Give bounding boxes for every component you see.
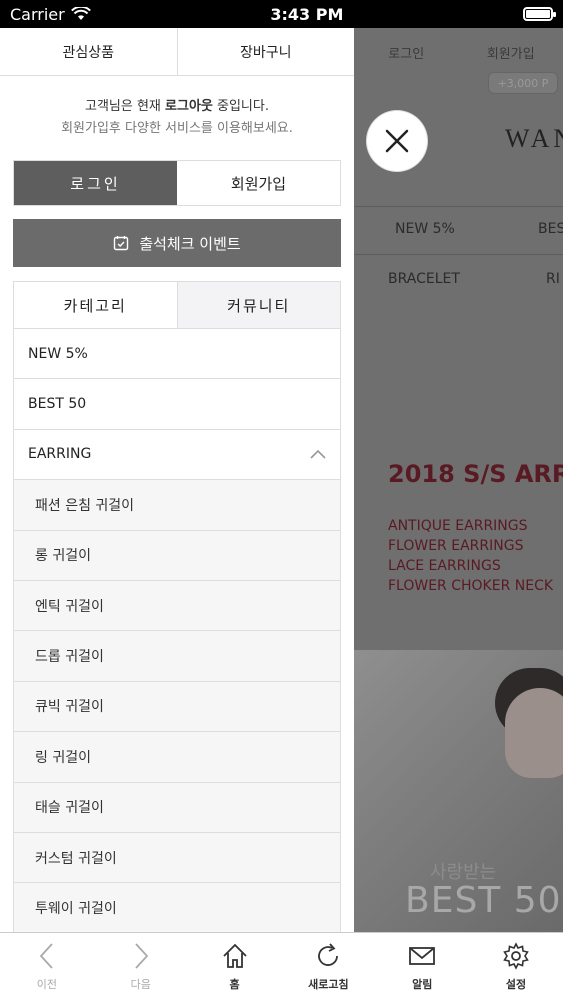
menu-item-label: EARRING bbox=[28, 446, 92, 463]
attendance-event-button[interactable]: 출석체크 이벤트 bbox=[13, 219, 341, 267]
menu-item-best[interactable]: BEST 50 bbox=[14, 379, 340, 430]
bg-logo: WAN bbox=[505, 124, 563, 153]
status-prefix: 고객님은 현재 bbox=[85, 99, 166, 114]
refresh-button[interactable]: 새로고침 bbox=[281, 933, 375, 1000]
bg-nav-item: RI bbox=[546, 271, 560, 287]
submenu-item[interactable]: 커스텀 귀걸이 bbox=[14, 832, 340, 884]
submenu-item[interactable]: 패션 은침 귀걸이 bbox=[14, 480, 340, 531]
drawer-top-tabs: 관심상품 장바구니 bbox=[0, 28, 354, 76]
login-status-info: 고객님은 현재 로그아웃 중입니다. 회원가입후 다양한 서비스를 이용해보세요… bbox=[0, 96, 354, 140]
bg-join-link: 회원가입 bbox=[486, 46, 535, 62]
toolbar-label: 이전 bbox=[36, 977, 58, 991]
calendar-check-icon bbox=[114, 236, 129, 251]
menu-item-earring[interactable]: EARRING bbox=[14, 429, 340, 481]
submenu-item[interactable]: 엔틱 귀걸이 bbox=[14, 580, 340, 632]
bg-divider bbox=[354, 254, 563, 255]
menu-item-new[interactable]: NEW 5% bbox=[14, 329, 340, 380]
side-drawer: 관심상품 장바구니 고객님은 현재 로그아웃 중입니다. 회원가입후 다양한 서… bbox=[0, 28, 354, 932]
home-button[interactable]: 홈 bbox=[188, 933, 282, 1000]
bg-nav-item: BRACELET bbox=[388, 271, 460, 287]
bg-feature-item: LACE EARRINGS bbox=[388, 558, 501, 574]
tab-community[interactable]: 커뮤니티 bbox=[176, 282, 340, 328]
bg-headline: 2018 S/S ARR bbox=[388, 460, 563, 488]
home-icon bbox=[222, 943, 247, 968]
login-status-text: 고객님은 현재 로그아웃 중입니다. bbox=[0, 96, 354, 118]
chevron-up-icon bbox=[310, 450, 326, 460]
refresh-icon bbox=[318, 942, 339, 966]
bg-divider bbox=[354, 206, 563, 207]
back-button[interactable]: 이전 bbox=[0, 933, 94, 1000]
toolbar-label: 설정 bbox=[505, 977, 527, 991]
chevron-right-icon bbox=[135, 942, 148, 969]
wifi-icon bbox=[70, 7, 91, 20]
status-bold: 로그아웃 bbox=[165, 99, 213, 114]
carrier-label: Carrier bbox=[10, 4, 65, 24]
submenu-item[interactable]: 롱 귀걸이 bbox=[14, 530, 340, 581]
tab-category[interactable]: 카테고리 bbox=[14, 282, 177, 328]
close-icon bbox=[385, 129, 409, 153]
bg-point-badge: +3,000 P bbox=[488, 72, 558, 94]
bg-feature-item: FLOWER CHOKER NECK bbox=[388, 578, 554, 594]
bg-model-face bbox=[505, 688, 563, 778]
bg-nav-item: NEW 5% bbox=[395, 221, 455, 237]
submenu-item[interactable]: 링 귀걸이 bbox=[14, 732, 340, 783]
status-time: 3:43 PM bbox=[270, 4, 344, 24]
category-menu: NEW 5% BEST 50 EARRING 패션 은침 귀걸이 롱 귀걸이 엔… bbox=[13, 329, 341, 932]
battery-icon bbox=[522, 7, 556, 21]
toolbar-label: 알림 bbox=[412, 977, 433, 991]
bg-nav-item: BES bbox=[538, 221, 563, 237]
forward-button[interactable]: 다음 bbox=[94, 933, 188, 1000]
toolbar-label: 다음 bbox=[130, 977, 151, 991]
submenu-item[interactable]: 태슬 귀걸이 bbox=[14, 782, 340, 833]
submenu-item[interactable]: 투웨이 귀걸이 bbox=[14, 883, 340, 932]
join-button[interactable]: 회원가입 bbox=[177, 161, 340, 205]
status-bar: Carrier 3:43 PM bbox=[0, 0, 563, 28]
bg-feature-item: FLOWER EARRINGS bbox=[388, 538, 524, 554]
notification-button[interactable]: 알림 bbox=[375, 933, 469, 1000]
menu-item-label: BEST 50 bbox=[28, 396, 87, 413]
bg-top-links: 로그인 회원가입 bbox=[354, 28, 563, 76]
wishlist-tab[interactable]: 관심상품 bbox=[0, 28, 177, 75]
bg-login-link: 로그인 bbox=[388, 46, 425, 62]
toolbar-label: 홈 bbox=[229, 977, 240, 991]
chevron-left-icon bbox=[39, 942, 53, 969]
bg-banner-title: BEST 50 bbox=[405, 880, 562, 921]
status-suffix: 중입니다. bbox=[212, 99, 269, 114]
auth-buttons: 로그인 회원가입 bbox=[13, 160, 341, 206]
bg-feature-item: ANTIQUE EARRINGS bbox=[388, 518, 528, 534]
bottom-toolbar: 이전 다음 홈 새로고침 알림 설정 bbox=[0, 932, 563, 1000]
submenu-item[interactable]: 큐빅 귀걸이 bbox=[14, 681, 340, 733]
category-tabs: 카테고리 커뮤니티 bbox=[13, 281, 341, 329]
submenu-item[interactable]: 드롭 귀걸이 bbox=[14, 631, 340, 682]
gear-icon bbox=[503, 941, 529, 970]
close-drawer-button[interactable] bbox=[367, 111, 427, 171]
signup-hint: 회원가입후 다양한 서비스를 이용해보세요. bbox=[61, 121, 293, 136]
login-button[interactable]: 로그인 bbox=[14, 161, 177, 205]
event-label: 출석체크 이벤트 bbox=[139, 234, 241, 253]
menu-item-label: NEW 5% bbox=[28, 345, 88, 362]
settings-button[interactable]: 설정 bbox=[469, 933, 563, 1000]
cart-tab[interactable]: 장바구니 bbox=[176, 28, 355, 75]
toolbar-label: 새로고침 bbox=[308, 977, 349, 991]
bg-feature-list: ANTIQUE EARRINGS FLOWER EARRINGS LACE EA… bbox=[388, 516, 553, 596]
mail-icon bbox=[409, 946, 436, 965]
